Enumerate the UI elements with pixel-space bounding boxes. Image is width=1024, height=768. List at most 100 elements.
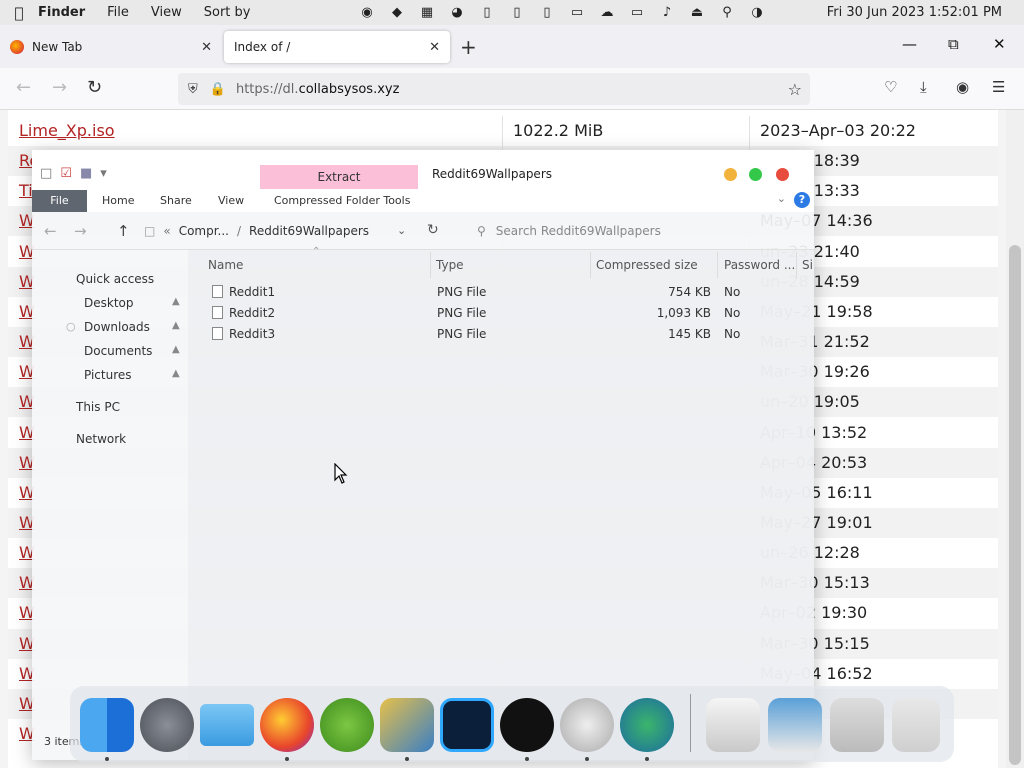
- page-scrollbar[interactable]: [1006, 110, 1024, 768]
- file-row[interactable]: Reddit3 PNG File 145 KB No: [188, 324, 814, 345]
- back-arrow-icon[interactable]: ←: [44, 222, 57, 240]
- utorrent-icon[interactable]: [320, 698, 374, 752]
- nav-this-pc[interactable]: This PC: [76, 400, 120, 414]
- ribbon-home-tab[interactable]: Home: [102, 190, 134, 212]
- file-name[interactable]: Reddit1: [229, 285, 275, 299]
- nav-desktop[interactable]: Desktop: [84, 296, 134, 310]
- nav-pictures[interactable]: Pictures: [84, 368, 132, 382]
- minimized-window-thumbnail[interactable]: [706, 698, 760, 752]
- nav-network[interactable]: Network: [76, 432, 126, 446]
- spotlight-search-icon[interactable]: ⚲: [712, 5, 742, 20]
- breadcrumb[interactable]: □ « Compr... / Reddit69Wallpapers: [144, 224, 369, 238]
- help-icon[interactable]: ?: [794, 192, 810, 208]
- menu-file[interactable]: File: [107, 5, 129, 20]
- apple-icon[interactable]: [500, 698, 554, 752]
- back-arrow-icon[interactable]: ←: [16, 77, 31, 98]
- hamburger-menu-icon[interactable]: ☰: [992, 78, 1005, 96]
- idm-icon[interactable]: [620, 698, 674, 752]
- column-divider[interactable]: [430, 252, 431, 278]
- status-eject-icon[interactable]: ⏏: [682, 5, 712, 20]
- status-app4-icon[interactable]: ◕: [442, 5, 472, 20]
- file-name[interactable]: Reddit2: [229, 306, 275, 320]
- maximize-icon[interactable]: ⧉: [948, 35, 959, 53]
- status-app-icon[interactable]: ◉: [352, 5, 382, 20]
- status-device3-icon[interactable]: ▯: [532, 5, 562, 20]
- menu-finder[interactable]: Finder: [38, 5, 85, 20]
- menu-sort-by[interactable]: Sort by: [204, 5, 251, 20]
- forward-arrow-icon[interactable]: →: [52, 77, 67, 98]
- status-display-icon[interactable]: ▭: [562, 5, 592, 20]
- nav-downloads[interactable]: Downloads: [84, 320, 150, 334]
- ribbon-expand-icon[interactable]: ⌄: [777, 192, 786, 205]
- check-icon[interactable]: ☑: [60, 166, 72, 181]
- lock-icon[interactable]: 🔒: [210, 82, 226, 97]
- new-tab-plus-icon[interactable]: +: [460, 35, 477, 59]
- ribbon-share-tab[interactable]: Share: [160, 190, 192, 212]
- menu-view[interactable]: View: [151, 5, 182, 20]
- status-cloud-icon[interactable]: ☁: [592, 5, 622, 20]
- control-center-icon[interactable]: ◑: [742, 5, 772, 20]
- bookmark-star-icon[interactable]: ☆: [788, 80, 802, 99]
- zoom-button[interactable]: [749, 168, 762, 181]
- column-header-type[interactable]: Type: [436, 258, 464, 272]
- up-arrow-icon[interactable]: ↑: [117, 222, 130, 240]
- close-window-icon[interactable]: ✕: [993, 35, 1006, 53]
- file-row[interactable]: Reddit2 PNG File 1,093 KB No: [188, 303, 814, 324]
- breadcrumb-item[interactable]: Compr...: [179, 224, 229, 238]
- status-device2-icon[interactable]: ▯: [502, 5, 532, 20]
- column-header-password[interactable]: Password ...: [724, 258, 795, 272]
- minimized-window-thumbnail[interactable]: [768, 698, 822, 752]
- minimized-window-thumbnail[interactable]: [830, 698, 884, 752]
- tracking-shield-icon[interactable]: ⛨: [188, 82, 198, 97]
- ribbon-file-tab[interactable]: File: [32, 190, 87, 212]
- close-tab-icon[interactable]: ✕: [429, 40, 440, 55]
- file-name[interactable]: Reddit3: [229, 327, 275, 341]
- file-link[interactable]: Ti: [19, 181, 33, 200]
- launchpad-icon[interactable]: [140, 698, 194, 752]
- nav-documents[interactable]: Documents: [84, 344, 152, 358]
- column-header-size[interactable]: Si: [802, 258, 813, 272]
- photoshop-icon[interactable]: [440, 698, 494, 752]
- column-divider[interactable]: [590, 252, 591, 278]
- status-monitor-icon[interactable]: ▭: [622, 5, 652, 20]
- menu-clock[interactable]: Fri 30 Jun 2023 1:52:01 PM: [827, 5, 1002, 20]
- firefox-icon[interactable]: [260, 698, 314, 752]
- forward-arrow-icon[interactable]: →: [74, 222, 87, 240]
- url-bar[interactable]: ⛨ 🔒 https://dl.collabsysos.xyz ☆: [178, 73, 810, 105]
- qat-dropdown-icon[interactable]: ▾: [100, 166, 107, 181]
- tab-index-of[interactable]: Index of / ✕: [224, 31, 450, 63]
- file-link[interactable]: Lime_Xp.iso: [19, 121, 115, 140]
- status-mute-icon[interactable]: ♪: [652, 5, 682, 20]
- column-header-compressed-size[interactable]: Compressed size: [596, 258, 698, 272]
- ribbon-compressed-folder-tools-tab[interactable]: Compressed Folder Tools: [274, 190, 410, 212]
- tab-new-tab[interactable]: New Tab ✕: [0, 31, 222, 63]
- apple-menu-icon[interactable]: : [0, 4, 38, 22]
- column-divider[interactable]: [796, 252, 797, 278]
- reload-icon[interactable]: ↻: [87, 77, 102, 98]
- status-app3-icon[interactable]: ▦: [412, 5, 442, 20]
- close-tab-icon[interactable]: ✕: [201, 40, 212, 55]
- ribbon-view-tab[interactable]: View: [218, 190, 244, 212]
- refresh-icon[interactable]: ↻: [427, 222, 439, 238]
- column-header-name[interactable]: Name: [208, 258, 243, 272]
- scrollbar-thumb[interactable]: [1009, 245, 1021, 765]
- search-input[interactable]: ⚲ Search Reddit69Wallpapers: [477, 224, 661, 238]
- minimize-icon[interactable]: —: [902, 35, 917, 53]
- extract-tab[interactable]: Extract: [260, 165, 418, 189]
- properties-icon[interactable]: □: [40, 166, 52, 181]
- settings-icon[interactable]: [560, 698, 614, 752]
- column-divider[interactable]: [717, 252, 718, 278]
- folder-icon[interactable]: [200, 704, 254, 746]
- finder-icon[interactable]: [80, 698, 134, 752]
- minimize-button[interactable]: [724, 168, 737, 181]
- status-device-icon[interactable]: ▯: [472, 5, 502, 20]
- address-dropdown-icon[interactable]: ⌄: [397, 224, 406, 237]
- winrar-icon[interactable]: [380, 698, 434, 752]
- pocket-icon[interactable]: ♡: [884, 78, 897, 96]
- url-text[interactable]: https://dl.collabsysos.xyz: [236, 82, 399, 97]
- breadcrumb-overflow-icon[interactable]: «: [163, 224, 170, 238]
- extension-icon[interactable]: ◉: [956, 78, 969, 96]
- nav-quick-access[interactable]: Quick access: [76, 272, 154, 286]
- file-row[interactable]: Reddit1 PNG File 754 KB No: [188, 282, 814, 303]
- downloads-icon[interactable]: ⤓: [920, 78, 927, 96]
